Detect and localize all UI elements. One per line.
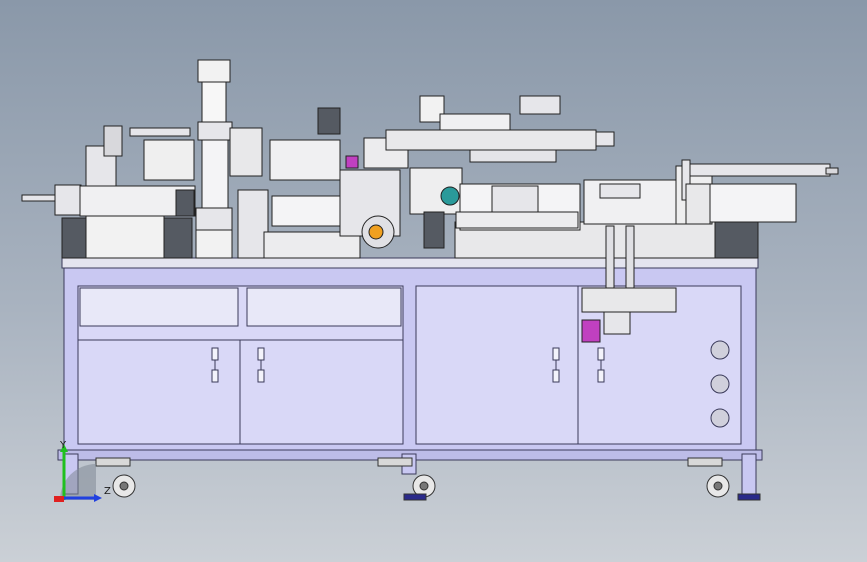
process-platform [455, 159, 713, 231]
right-cylinder-assembly [685, 163, 839, 225]
cad-viewport[interactable]: Y Z [0, 0, 867, 562]
machine-model [21, 59, 839, 501]
casters [95, 457, 761, 501]
